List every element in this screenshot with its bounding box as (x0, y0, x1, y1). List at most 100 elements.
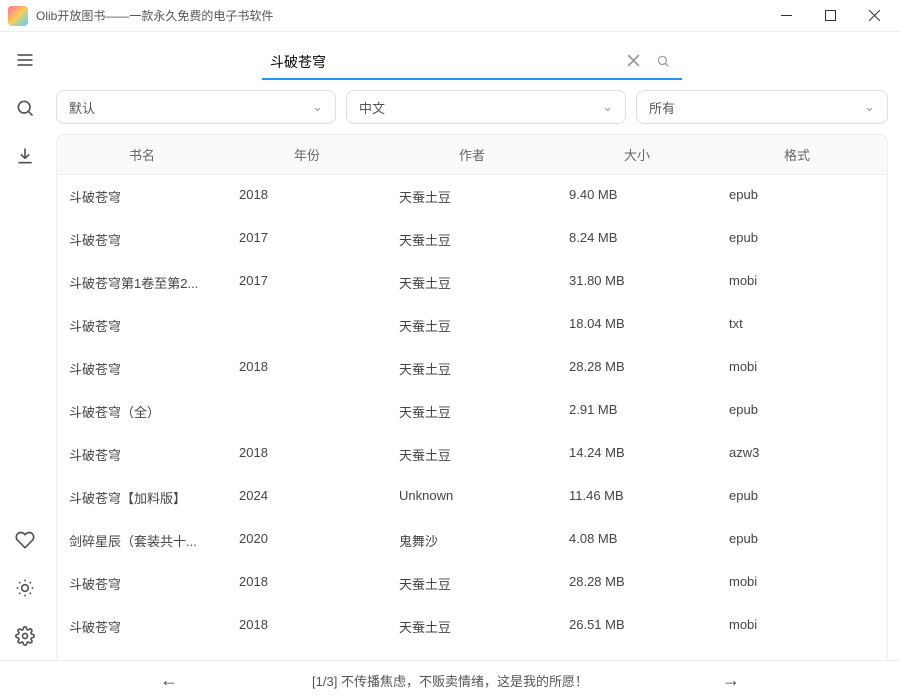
chevron-down-icon: ⌄ (864, 99, 875, 115)
table-row[interactable]: 斗破苍穹2018天蚕土豆28.28 MBmobi (57, 347, 887, 390)
cell-size: 28.28 MB (557, 359, 717, 378)
search-box (262, 46, 682, 80)
cell-name: 斗破苍穹 (57, 445, 227, 464)
download-nav-button[interactable] (15, 146, 35, 166)
cell-name: 斗破苍穹【加料版】 (57, 488, 227, 507)
prev-page-button[interactable]: ← (150, 666, 188, 695)
cell-format: epub (717, 402, 887, 421)
cell-year: 2017 (227, 230, 387, 249)
cell-size: 2.91 MB (557, 402, 717, 421)
cell-year: 2018 (227, 617, 387, 636)
table-row[interactable]: 斗破苍穹第1卷至第2...2017天蚕土豆31.80 MBmobi (57, 261, 887, 304)
search-input[interactable] (266, 54, 619, 70)
format-select[interactable]: 所有 ⌄ (636, 90, 888, 124)
table-row[interactable]: 斗破苍穹2018天蚕土豆9.40 MBepub (57, 175, 887, 218)
format-select-label: 所有 (649, 98, 864, 117)
theme-button[interactable] (15, 578, 35, 598)
cell-name: 斗破苍穹（全） (57, 402, 227, 421)
cell-format: mobi (717, 273, 887, 292)
cell-format: epub (717, 187, 887, 206)
cell-format: mobi (717, 617, 887, 636)
cell-author: 天蚕土豆 (387, 273, 557, 292)
cell-author: 天蚕土豆 (387, 617, 557, 636)
cell-name: 斗破苍穹 (57, 359, 227, 378)
favorites-button[interactable] (15, 530, 35, 550)
cell-size: 8.24 MB (557, 230, 717, 249)
col-format: 格式 (717, 135, 877, 174)
minimize-button[interactable] (764, 0, 808, 32)
maximize-button[interactable] (808, 0, 852, 32)
cell-format: epub (717, 230, 887, 249)
col-size: 大小 (557, 135, 717, 174)
cell-year: 2017 (227, 273, 387, 292)
table-row[interactable]: 斗破苍穹2018天蚕土豆28.28 MBmobi (57, 562, 887, 605)
language-select-label: 中文 (359, 98, 602, 117)
cell-name: 斗破苍穹 (57, 230, 227, 249)
table-row[interactable]: 斗破苍穹（全） 天蚕土豆2.91 MBepub (57, 390, 887, 433)
table-row[interactable]: 斗破苍穹2017天蚕土豆8.24 MBepub (57, 218, 887, 261)
cell-name: 斗破苍穹 (57, 316, 227, 335)
cell-name: 斗破苍穹 (57, 574, 227, 593)
titlebar: Olib开放图书——一款永久免费的电子书软件 (0, 0, 900, 32)
cell-author: 天蚕土豆 (387, 574, 557, 593)
cell-year: 2024 (227, 488, 387, 507)
col-name: 书名 (57, 135, 227, 174)
cell-year (227, 402, 387, 421)
cell-size: 26.51 MB (557, 617, 717, 636)
cell-author: 鬼舞沙 (387, 531, 557, 550)
app-logo (8, 6, 28, 26)
cell-format: mobi (717, 359, 887, 378)
cell-year: 2018 (227, 359, 387, 378)
sort-select[interactable]: 默认 ⌄ (56, 90, 336, 124)
cell-size: 18.04 MB (557, 316, 717, 335)
cell-name: 斗破苍穹 (57, 617, 227, 636)
cell-year: 2018 (227, 445, 387, 464)
col-year: 年份 (227, 135, 387, 174)
table-row[interactable]: 斗破苍穹 天蚕土豆18.04 MBtxt (57, 304, 887, 347)
cell-author: 天蚕土豆 (387, 445, 557, 464)
cell-format: txt (717, 316, 887, 335)
clear-search-button[interactable] (619, 50, 648, 74)
next-page-button[interactable]: → (712, 666, 750, 695)
chevron-down-icon: ⌄ (602, 99, 613, 115)
cell-name: 斗破苍穹 (57, 187, 227, 206)
cell-size: 9.40 MB (557, 187, 717, 206)
table-row[interactable]: 斗破苍穹2018天蚕土豆14.24 MBazw3 (57, 433, 887, 476)
cell-size: 11.46 MB (557, 488, 717, 507)
language-select[interactable]: 中文 ⌄ (346, 90, 626, 124)
settings-button[interactable] (15, 626, 35, 646)
col-author: 作者 (387, 135, 557, 174)
cell-author: 天蚕土豆 (387, 359, 557, 378)
cell-size: 4.08 MB (557, 531, 717, 550)
window-title: Olib开放图书——一款永久免费的电子书软件 (36, 7, 764, 24)
cell-format: mobi (717, 574, 887, 593)
cell-year: 2018 (227, 187, 387, 206)
cell-author: 天蚕土豆 (387, 402, 557, 421)
cell-name: 剑碎星辰（套装共十... (57, 531, 227, 550)
menu-button[interactable] (15, 50, 35, 70)
table-row[interactable]: 斗破苍穹2018天蚕土豆26.51 MBmobi (57, 605, 887, 648)
cell-size: 28.28 MB (557, 574, 717, 593)
cell-author: Unknown (387, 488, 557, 507)
chevron-down-icon: ⌄ (312, 99, 323, 115)
footer: ← [1/3] 不传播焦虑，不贩卖情绪，这是我的所愿！ → (0, 660, 900, 700)
cell-author: 天蚕土豆 (387, 316, 557, 335)
cell-name: 斗破苍穹第1卷至第2... (57, 273, 227, 292)
table-header: 书名 年份 作者 大小 格式 (56, 134, 888, 175)
footer-text: [1/3] 不传播焦虑，不贩卖情绪，这是我的所愿！ (312, 671, 588, 690)
table-body[interactable]: 斗破苍穹2018天蚕土豆9.40 MBepub斗破苍穹2017天蚕土豆8.24 … (56, 175, 888, 660)
cell-size: 14.24 MB (557, 445, 717, 464)
sidebar (0, 32, 50, 660)
cell-author: 天蚕土豆 (387, 187, 557, 206)
search-nav-button[interactable] (15, 98, 35, 118)
table-row[interactable]: 剑碎星辰（套装共十...2020鬼舞沙4.08 MBepub (57, 519, 887, 562)
cell-format: epub (717, 488, 887, 507)
cell-year: 2020 (227, 531, 387, 550)
search-submit-button[interactable] (648, 50, 678, 75)
cell-format: epub (717, 531, 887, 550)
table-row[interactable]: 斗破苍穹【加料版】2024Unknown11.46 MBepub (57, 476, 887, 519)
table-row[interactable]: 斗破苍穹第1卷至第2...2017天蚕土豆6.70 MBazw3 (57, 648, 887, 660)
cell-year (227, 316, 387, 335)
close-button[interactable] (852, 0, 896, 32)
sort-select-label: 默认 (69, 98, 312, 117)
